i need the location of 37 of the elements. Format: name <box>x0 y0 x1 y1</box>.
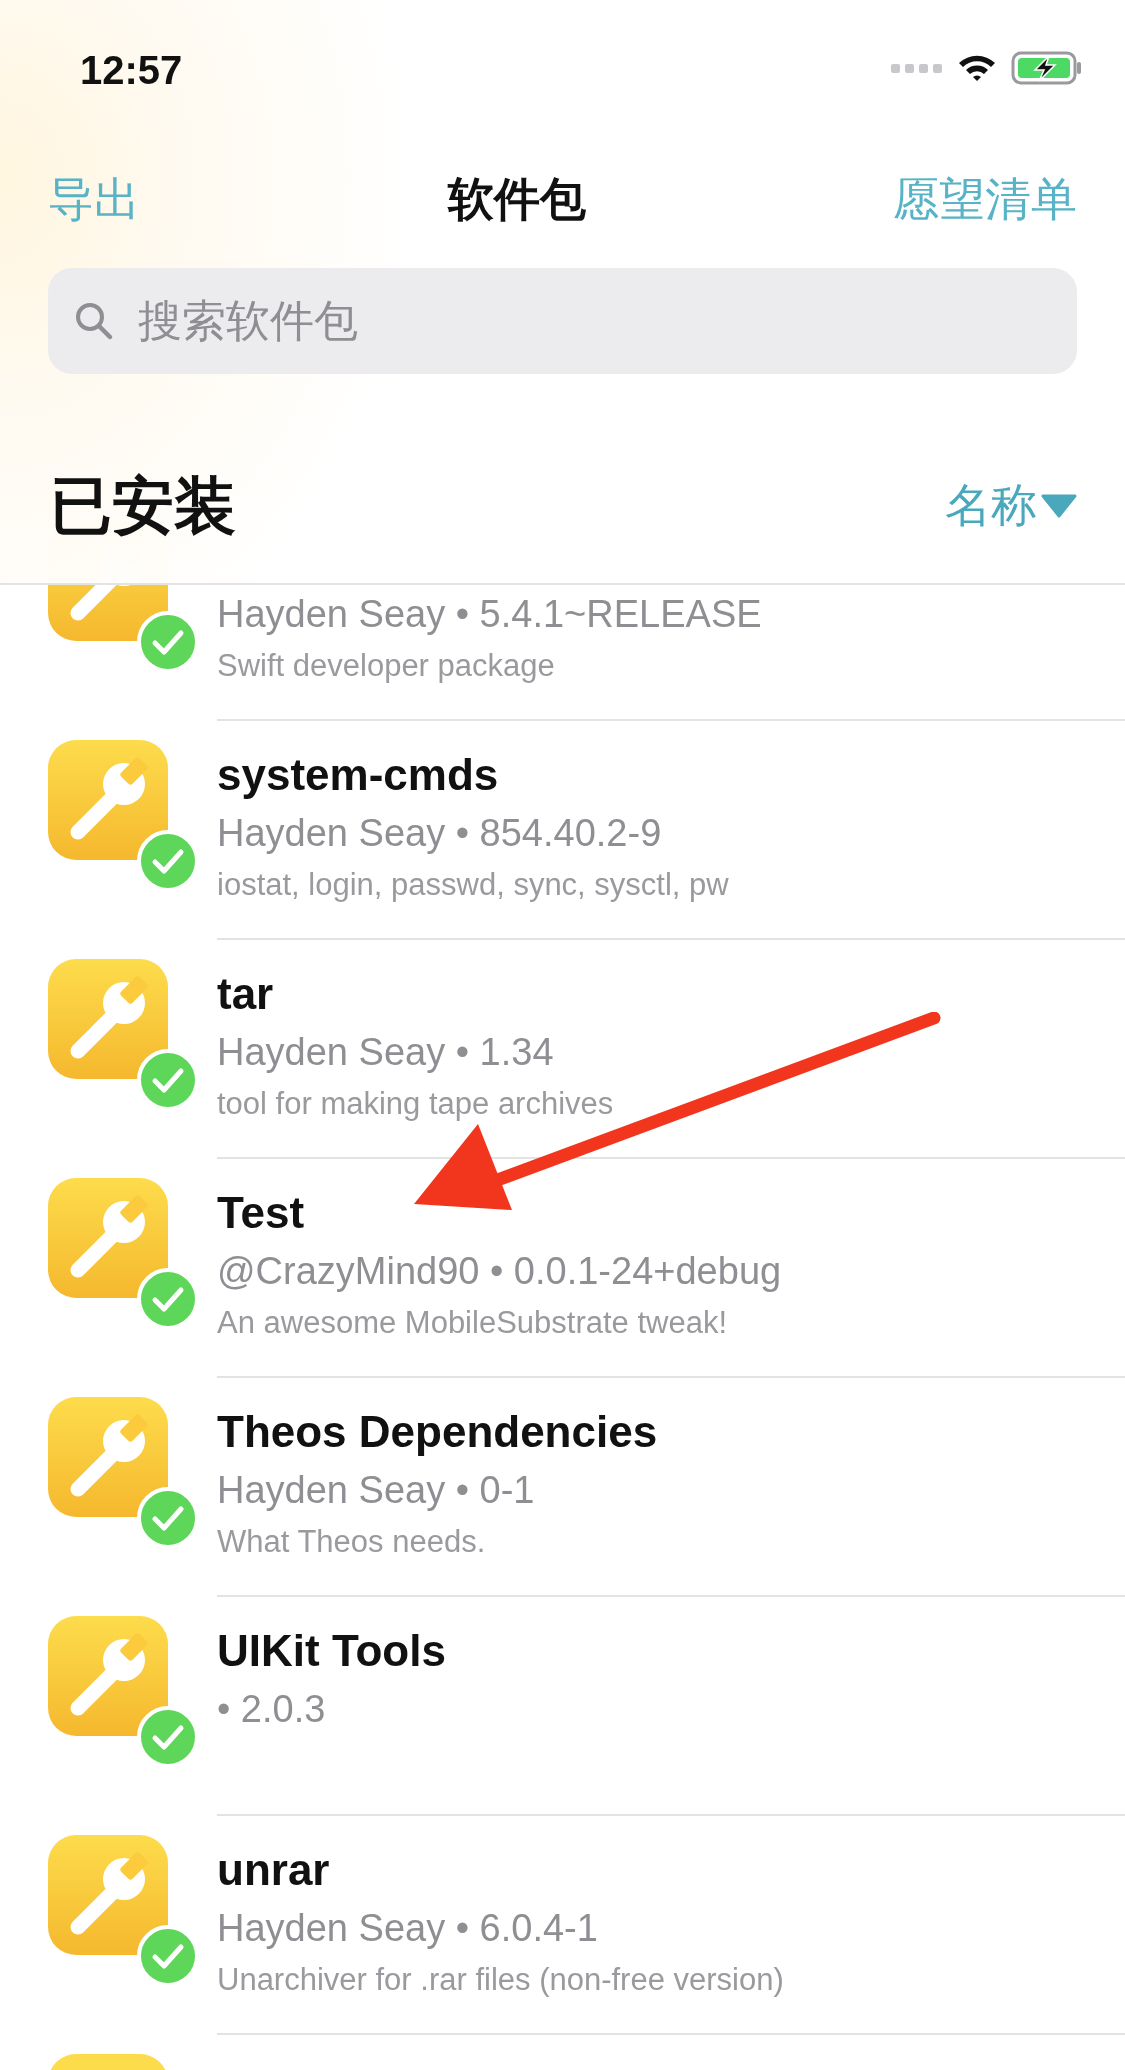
status-time: 12:57 <box>80 47 183 93</box>
wifi-icon <box>957 53 997 83</box>
package-author-version: Hayden Seay • 854.40.2-9 <box>217 811 663 856</box>
package-author-version: Hayden Seay • 6.0.4-1 <box>217 1906 599 1951</box>
wrench-icon <box>48 1616 168 1736</box>
caret-icon <box>1041 493 1077 519</box>
section-title: 已安装 <box>50 470 236 542</box>
package-author-version: @CrazyMind90 • 0.0.1-24+debug <box>217 1249 783 1294</box>
package-author-version: Hayden Seay • 5.4.1~RELEASE <box>217 592 763 637</box>
package-name: Theos Dependencies <box>217 1406 659 1458</box>
wrench-icon <box>48 740 168 860</box>
export-button[interactable]: 导出 <box>48 169 140 231</box>
package-author-version: Hayden Seay • 0-1 <box>217 1468 536 1513</box>
package-description: tool for making tape archives <box>217 1085 615 1123</box>
page-title: 软件包 <box>447 172 586 227</box>
package-author-version: • 2.0.3 <box>217 1687 327 1732</box>
package-name: tar <box>217 968 275 1020</box>
sort-button[interactable]: 名称 <box>945 475 1077 537</box>
package-description: An awesome MobileSubstrate tweak! <box>217 1304 729 1342</box>
package-author-version: Hayden Seay • 1.34 <box>217 1030 555 1075</box>
wrench-icon <box>48 959 168 1079</box>
wishlist-button[interactable]: 愿望清单 <box>893 169 1077 231</box>
package-description: iostat, login, passwd, sync, sysctl, pw <box>217 866 730 904</box>
battery-charging-icon <box>1011 51 1083 85</box>
signal-icon <box>891 62 943 74</box>
package-description: What Theos needs. <box>217 1523 487 1561</box>
package-name: unrar <box>217 1844 331 1896</box>
wrench-icon <box>48 1178 168 1298</box>
package-name: Test <box>217 1187 306 1239</box>
package-description: Swift developer package <box>217 647 556 685</box>
wrench-icon <box>48 1397 168 1517</box>
package-description: Unarchiver for .rar files (non-free version) <box>217 1961 785 1999</box>
search-icon <box>74 301 114 341</box>
wrench-icon <box>48 1835 168 1955</box>
package-name: system-cmds <box>217 749 500 801</box>
package-name: UIKit Tools <box>217 1625 447 1677</box>
search-field[interactable]: 搜索软件包 <box>48 268 1077 374</box>
